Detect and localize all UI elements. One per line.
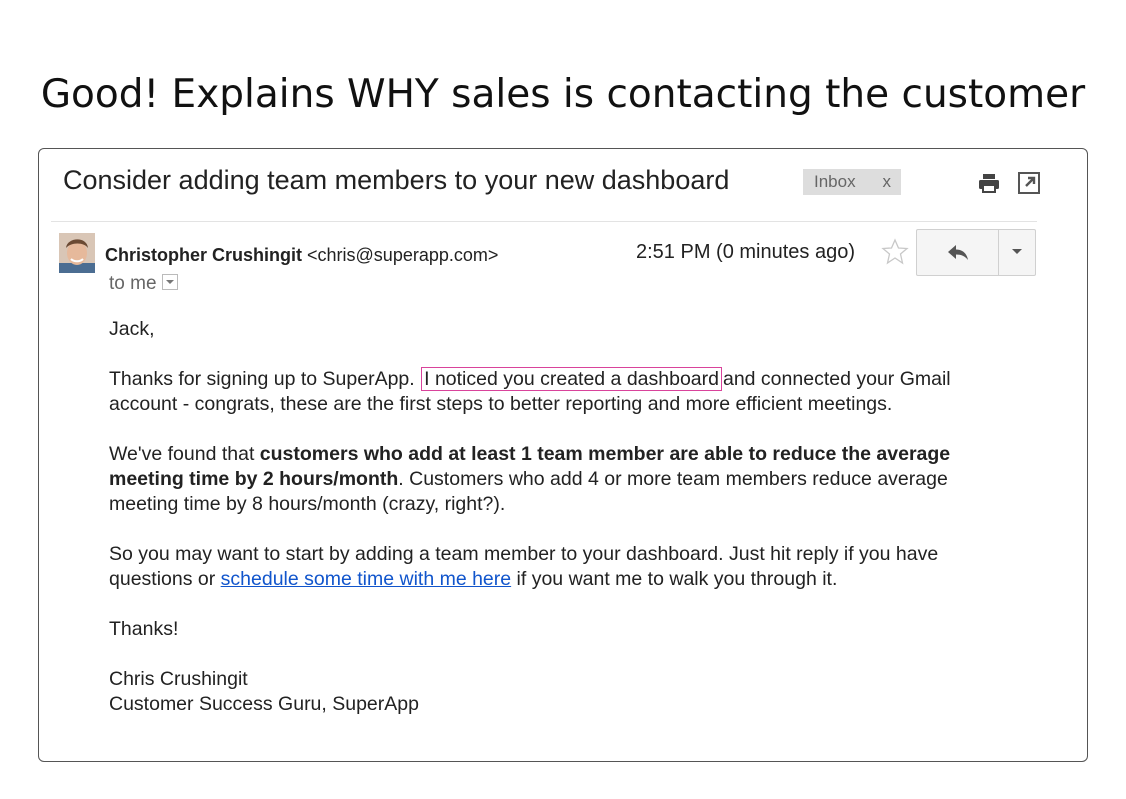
email-timestamp: 2:51 PM (0 minutes ago): [636, 241, 855, 263]
inbox-label[interactable]: Inbox x: [803, 169, 901, 195]
closing: Thanks!: [109, 618, 179, 640]
recipient-line: to me: [109, 273, 178, 295]
signature-name: Chris Crushingit: [109, 668, 248, 690]
sender-line: Christopher Crushingit <chris@superapp.c…: [105, 245, 498, 266]
cta-rest: if you want me to walk you through it.: [511, 568, 838, 590]
reply-button[interactable]: [917, 230, 999, 275]
paragraph-stats: We've found that customers who add at le…: [109, 442, 989, 517]
sender-name[interactable]: Christopher Crushingit: [105, 245, 302, 265]
reply-button-group: [916, 229, 1036, 276]
slide-title: Good! Explains WHY sales is contacting t…: [40, 72, 1086, 117]
signature-title: Customer Success Guru, SuperApp: [109, 693, 419, 715]
new-window-icon[interactable]: [1017, 171, 1041, 195]
remove-label-button[interactable]: x: [883, 169, 892, 195]
show-details-icon[interactable]: [161, 273, 178, 290]
reply-icon: [948, 245, 968, 260]
sender-email: <chris@superapp.com>: [307, 245, 499, 265]
email-view: Consider adding team members to your new…: [38, 148, 1088, 762]
email-subject: Consider adding team members to your new…: [63, 165, 730, 195]
paragraph-cta: So you may want to start by adding a tea…: [109, 542, 989, 592]
highlighted-phrase: I noticed you created a dashboard: [421, 367, 722, 391]
email-body: Jack, Thanks for signing up to SuperApp.…: [109, 317, 989, 742]
print-icon[interactable]: [977, 171, 1001, 195]
stats-intro: We've found that: [109, 443, 260, 465]
signature: Chris Crushingit Customer Success Guru, …: [109, 667, 989, 717]
avatar[interactable]: [59, 233, 95, 273]
star-icon[interactable]: [880, 237, 910, 267]
inbox-label-text: Inbox: [814, 172, 856, 191]
subject-divider: [51, 221, 1037, 222]
paragraph-intro: Thanks for signing up to SuperApp. I not…: [109, 367, 989, 417]
recipient-text: to me: [109, 273, 157, 294]
more-options-button[interactable]: [999, 230, 1035, 275]
intro-text: Thanks for signing up to SuperApp.: [109, 368, 415, 390]
greeting: Jack,: [109, 318, 155, 340]
schedule-link[interactable]: schedule some time with me here: [221, 568, 511, 590]
